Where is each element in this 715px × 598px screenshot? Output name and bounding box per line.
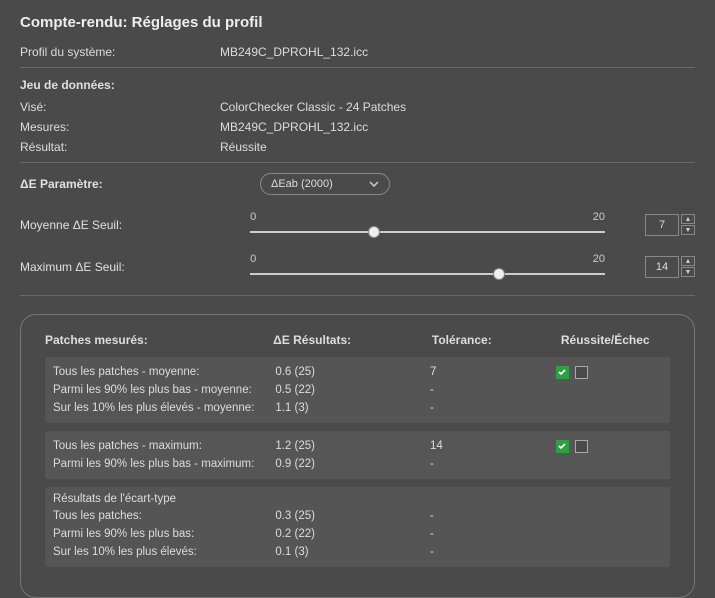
row-tol: - xyxy=(430,384,556,396)
col-tolerance: Tolérance: xyxy=(432,333,561,347)
fail-checkbox[interactable] xyxy=(575,366,588,379)
row-label: Sur les 10% les plus élevés: xyxy=(53,546,275,558)
slider-max: 20 xyxy=(593,253,605,265)
row-result: 1.1 (3) xyxy=(275,402,430,414)
row-label: Parmi les 90% les plus bas - moyenne: xyxy=(53,384,275,396)
max-threshold-label: Maximum ΔE Seuil: xyxy=(20,260,212,274)
row-label: Tous les patches - maximum: xyxy=(53,440,275,452)
row-label: Sur les 10% les plus élevés - moyenne: xyxy=(53,402,275,414)
row-tol: - xyxy=(430,402,556,414)
group-stddev: Résultats de l'écart-type Tous les patch… xyxy=(45,487,670,567)
measures-value: MB249C_DPROHL_132.icc xyxy=(220,120,368,134)
row-tol: - xyxy=(430,458,556,470)
stepper-down-icon[interactable]: ▼ xyxy=(681,225,695,235)
col-passfail: Réussite/Échec xyxy=(561,333,670,347)
divider xyxy=(20,67,695,68)
row-result: 1.2 (25) xyxy=(275,440,430,452)
divider xyxy=(20,162,695,163)
row-result: 0.3 (25) xyxy=(275,510,430,522)
row-tol: - xyxy=(430,528,556,540)
row-label: Tous les patches - moyenne: xyxy=(53,366,275,378)
slider-min: 0 xyxy=(250,211,256,223)
row-result: 0.9 (22) xyxy=(275,458,430,470)
col-patches: Patches mesurés: xyxy=(45,333,273,347)
avg-threshold-slider[interactable] xyxy=(250,225,605,239)
dataset-header: Jeu de données: xyxy=(20,78,695,92)
group-average: Tous les patches - moyenne: 0.6 (25) 7 P… xyxy=(45,357,670,423)
row-tol: - xyxy=(430,510,556,522)
target-label: Visé: xyxy=(20,100,220,114)
row-result: 0.5 (22) xyxy=(275,384,430,396)
row-label: Parmi les 90% les plus bas - maximum: xyxy=(53,458,275,470)
row-label: Tous les patches: xyxy=(53,510,275,522)
pass-checkbox[interactable] xyxy=(556,366,569,379)
row-result: 0.2 (22) xyxy=(275,528,430,540)
avg-threshold-label: Moyenne ΔE Seuil: xyxy=(20,218,212,232)
result-label: Résultat: xyxy=(20,140,220,154)
stepper-up-icon[interactable]: ▲ xyxy=(681,256,695,266)
stepper-up-icon[interactable]: ▲ xyxy=(681,214,695,224)
slider-min: 0 xyxy=(250,253,256,265)
result-value: Réussite xyxy=(220,140,267,154)
row-result: 0.1 (3) xyxy=(275,546,430,558)
row-tol: - xyxy=(430,546,556,558)
max-threshold-value[interactable]: 14 xyxy=(645,256,679,278)
max-threshold-slider[interactable] xyxy=(250,267,605,281)
de-param-selected: ΔEab (2000) xyxy=(271,178,333,190)
system-profile-value: MB249C_DPROHL_132.icc xyxy=(220,45,368,59)
row-result: 0.6 (25) xyxy=(275,366,430,378)
results-panel: Patches mesurés: ΔE Résultats: Tolérance… xyxy=(20,314,695,598)
group-maximum: Tous les patches - maximum: 1.2 (25) 14 … xyxy=(45,431,670,479)
measures-label: Mesures: xyxy=(20,120,220,134)
de-param-select[interactable]: ΔEab (2000) xyxy=(260,173,390,195)
target-value: ColorChecker Classic - 24 Patches xyxy=(220,100,406,114)
divider xyxy=(20,295,695,296)
stepper-down-icon[interactable]: ▼ xyxy=(681,267,695,277)
row-label: Parmi les 90% les plus bas: xyxy=(53,528,275,540)
max-threshold-stepper[interactable]: 14 ▲ ▼ xyxy=(645,256,695,278)
slider-max: 20 xyxy=(593,211,605,223)
fail-checkbox[interactable] xyxy=(575,440,588,453)
row-tol: 14 xyxy=(430,440,556,452)
system-profile-label: Profil du système: xyxy=(20,45,220,59)
pass-checkbox[interactable] xyxy=(556,440,569,453)
de-param-label: ΔE Paramètre: xyxy=(20,177,220,191)
col-results: ΔE Résultats: xyxy=(273,333,432,347)
stddev-header: Résultats de l'écart-type xyxy=(53,493,662,505)
row-tol: 7 xyxy=(430,366,556,378)
page-title: Compte-rendu: Réglages du profil xyxy=(20,14,695,31)
avg-threshold-stepper[interactable]: 7 ▲ ▼ xyxy=(645,214,695,236)
chevron-down-icon xyxy=(369,178,379,190)
avg-threshold-value[interactable]: 7 xyxy=(645,214,679,236)
